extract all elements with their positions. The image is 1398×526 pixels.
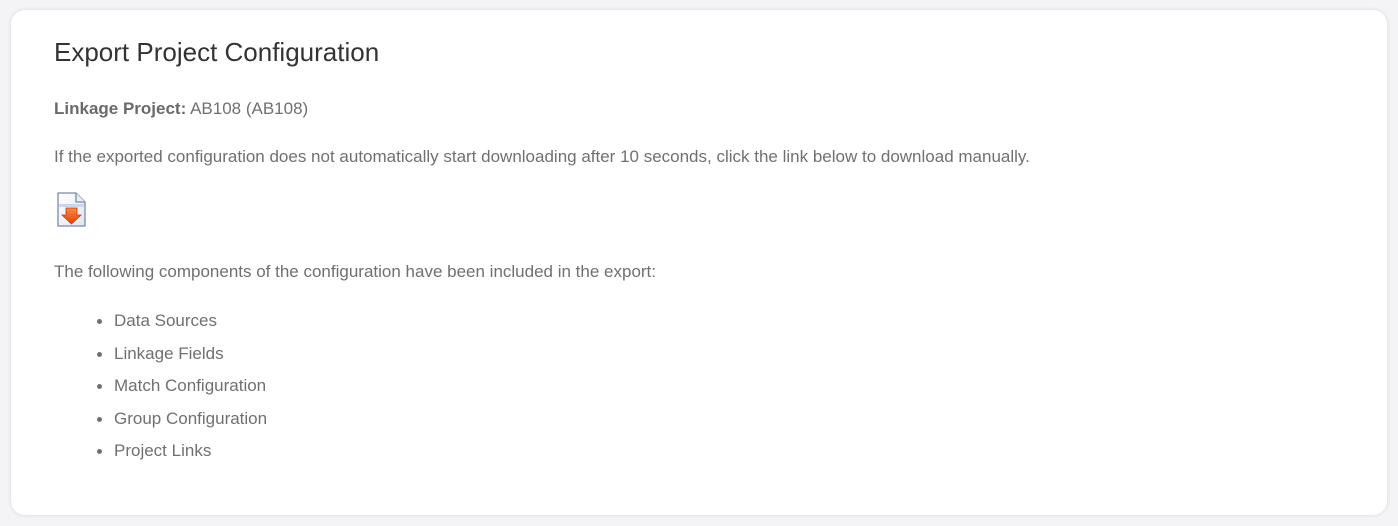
component-label: Project Links [114, 441, 212, 460]
project-value: AB108 (AB108) [190, 99, 309, 118]
bullet [97, 449, 102, 454]
project-label: Linkage Project: [54, 99, 187, 118]
component-list: Data Sources Linkage Fields Match Config… [54, 307, 267, 470]
download-instructions: If the exported configuration does not a… [54, 147, 1030, 166]
component-label: Match Configuration [114, 376, 267, 395]
project-info: Linkage Project: AB108 (AB108) [54, 98, 308, 120]
component-label: Group Configuration [114, 408, 268, 428]
list-item: Match Configuration [54, 372, 267, 405]
list-item: Linkage Fields [54, 340, 267, 373]
component-label: Linkage Fields [114, 343, 224, 363]
export-card: Export Project Configuration Linkage Pro… [11, 10, 1387, 515]
download-link[interactable] [55, 191, 89, 229]
bullet [97, 416, 102, 422]
file-download-icon [57, 192, 86, 227]
bullet [97, 351, 102, 357]
components-intro: The following components of the configur… [54, 262, 657, 281]
list-item: Group Configuration [54, 405, 267, 438]
list-item: Project Links [54, 437, 267, 470]
bullet [97, 384, 102, 389]
bullet [97, 319, 102, 324]
component-label: Data Sources [114, 311, 217, 330]
page-title: Export Project Configuration [54, 37, 380, 67]
list-item: Data Sources [54, 307, 267, 340]
